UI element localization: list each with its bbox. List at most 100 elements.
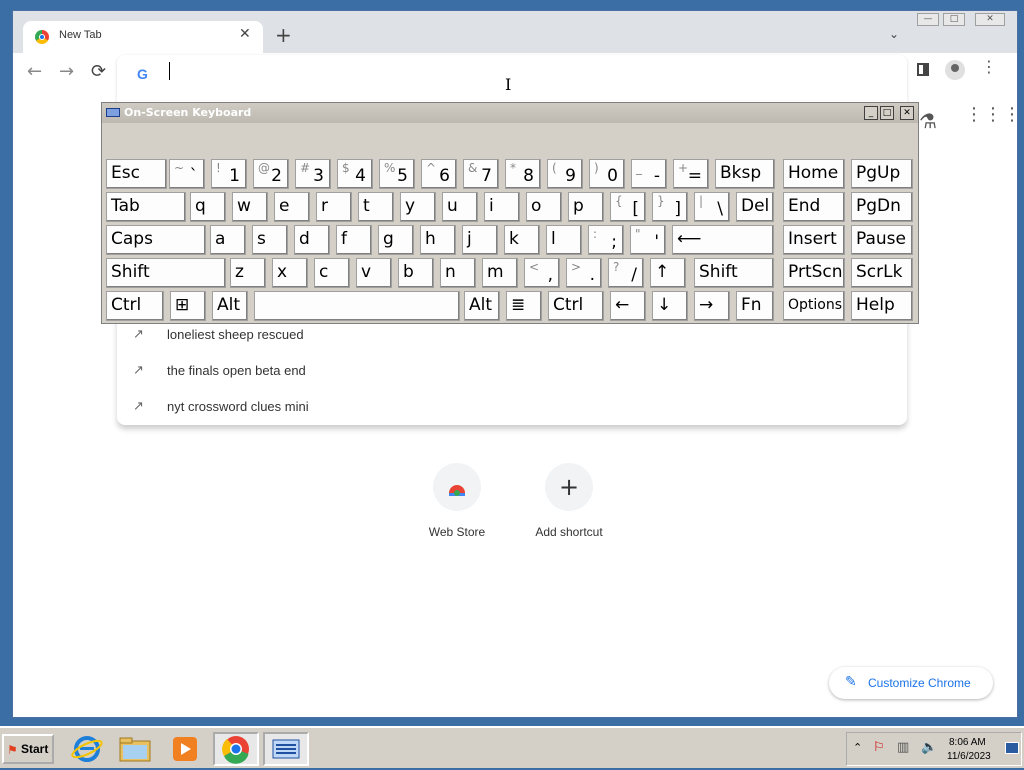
osk-key-0[interactable]: ) 0 xyxy=(589,159,625,189)
osk-key-symbol[interactable]: + = xyxy=(673,159,709,189)
osk-key-symbol[interactable]: ⟵ xyxy=(672,225,774,255)
suggestion-item[interactable]: ↗ nyt crossword clues mini xyxy=(117,391,907,427)
osk-key-7[interactable]: & 7 xyxy=(463,159,499,189)
tab-search-icon[interactable]: ⌄ xyxy=(889,27,899,41)
osk-key-symbol[interactable]: ⊞ xyxy=(170,291,206,321)
osk-key-symbol[interactable]: <, xyxy=(524,258,560,288)
tab-new-tab[interactable]: New Tab ✕ xyxy=(23,21,263,53)
osk-key-symbol[interactable]: ? / xyxy=(608,258,644,288)
osk-key-home[interactable]: Home xyxy=(783,159,845,189)
osk-key-l[interactable]: l xyxy=(546,225,582,255)
osk-key-z[interactable]: z xyxy=(230,258,266,288)
volume-icon[interactable]: 🔈 xyxy=(921,740,937,755)
osk-key-symbol[interactable]: ≣ xyxy=(506,291,542,321)
osk-key-h[interactable]: h xyxy=(420,225,456,255)
maximize-button[interactable]: □ xyxy=(943,13,965,26)
osk-key-symbol[interactable]: → xyxy=(694,291,730,321)
osk-key-symbol[interactable]: :; xyxy=(588,225,624,255)
osk-key-r[interactable]: r xyxy=(316,192,352,222)
osk-key-k[interactable]: k xyxy=(504,225,540,255)
osk-key-e[interactable]: e xyxy=(274,192,310,222)
osk-key-c[interactable]: c xyxy=(314,258,350,288)
osk-key-p[interactable]: p xyxy=(568,192,604,222)
osk-key-g[interactable]: g xyxy=(378,225,414,255)
osk-key-fn[interactable]: Fn xyxy=(736,291,774,321)
osk-key-2[interactable]: @2 xyxy=(253,159,289,189)
osk-key-symbol[interactable]: _ - xyxy=(631,159,667,189)
reload-icon[interactable]: ⟳ xyxy=(91,61,106,82)
start-button[interactable]: ⚑ Start xyxy=(2,734,54,764)
osk-key-symbol[interactable]: ~ ` xyxy=(169,159,205,189)
minimize-button[interactable]: — xyxy=(917,13,939,26)
osk-key-del[interactable]: Del xyxy=(736,192,774,222)
new-tab-button[interactable]: + xyxy=(275,25,292,45)
osk-key-1[interactable]: ! 1 xyxy=(211,159,247,189)
osk-key-u[interactable]: u xyxy=(442,192,478,222)
osk-key-w[interactable]: w xyxy=(232,192,268,222)
osk-key-shift[interactable]: Shift xyxy=(694,258,774,288)
osk-key-n[interactable]: n xyxy=(440,258,476,288)
osk-key-t[interactable]: t xyxy=(358,192,394,222)
forward-icon[interactable]: → xyxy=(59,61,74,82)
osk-key-a[interactable]: a xyxy=(210,225,246,255)
osk-key-pause[interactable]: Pause xyxy=(851,225,913,255)
osk-key-symbol[interactable]: {[ xyxy=(610,192,646,222)
osk-key-4[interactable]: $4 xyxy=(337,159,373,189)
osk-key-esc[interactable]: Esc xyxy=(106,159,167,189)
osk-key-pgup[interactable]: PgUp xyxy=(851,159,913,189)
osk-icon[interactable] xyxy=(263,732,309,766)
osk-key-scrlk[interactable]: ScrLk xyxy=(851,258,913,288)
osk-key-i[interactable]: i xyxy=(484,192,520,222)
osk-key-y[interactable]: y xyxy=(400,192,436,222)
clock-time[interactable]: 8:06 AM xyxy=(949,737,986,748)
osk-key-v[interactable]: v xyxy=(356,258,392,288)
osk-key-alt[interactable]: Alt xyxy=(212,291,248,321)
osk-key-x[interactable]: x xyxy=(272,258,308,288)
clock-date[interactable]: 11/6/2023 xyxy=(947,751,991,762)
osk-key-alt[interactable]: Alt xyxy=(464,291,500,321)
customize-chrome-button[interactable]: ✎ Customize Chrome xyxy=(829,667,993,699)
action-center-icon[interactable]: ⚐ xyxy=(873,740,885,755)
explorer-icon[interactable] xyxy=(114,732,156,766)
osk-key-caps[interactable]: Caps xyxy=(106,225,206,255)
osk-key-symbol[interactable]: }] xyxy=(652,192,688,222)
tab-close-icon[interactable]: ✕ xyxy=(239,26,251,42)
osk-key-q[interactable]: q xyxy=(190,192,226,222)
osk-key-symbol[interactable]: " ' xyxy=(630,225,666,255)
osk-key-m[interactable]: m xyxy=(482,258,518,288)
side-panel-icon[interactable] xyxy=(917,63,929,76)
close-window-button[interactable]: ✕ xyxy=(975,13,1005,26)
osk-key-f[interactable]: f xyxy=(336,225,372,255)
osk-key-o[interactable]: o xyxy=(526,192,562,222)
osk-key-insert[interactable]: Insert xyxy=(783,225,845,255)
osk-key-9[interactable]: (9 xyxy=(547,159,583,189)
osk-key-d[interactable]: d xyxy=(294,225,330,255)
osk-key-6[interactable]: ^ 6 xyxy=(421,159,457,189)
media-player-icon[interactable] xyxy=(164,732,206,766)
osk-key-symbol[interactable]: | \ xyxy=(694,192,730,222)
osk-key-8[interactable]: * 8 xyxy=(505,159,541,189)
osk-key-symbol[interactable]: ← xyxy=(610,291,646,321)
osk-key-end[interactable]: End xyxy=(783,192,845,222)
show-desktop-icon[interactable] xyxy=(1005,742,1019,754)
ie-icon[interactable] xyxy=(66,732,108,766)
osk-key-b[interactable]: b xyxy=(398,258,434,288)
osk-key-ctrl[interactable]: Ctrl xyxy=(548,291,604,321)
osk-key-ctrl[interactable]: Ctrl xyxy=(106,291,164,321)
osk-key-pgdn[interactable]: PgDn xyxy=(851,192,913,222)
profile-avatar-icon[interactable] xyxy=(945,60,965,80)
osk-key-help[interactable]: Help xyxy=(851,291,913,321)
osk-key-symbol[interactable]: >. xyxy=(566,258,602,288)
google-apps-icon[interactable]: ⋮⋮⋮ xyxy=(965,106,1022,124)
suggestion-item[interactable]: ↗ loneliest sheep rescued xyxy=(117,319,907,355)
osk-key-s[interactable]: s xyxy=(252,225,288,255)
osk-key-5[interactable]: % 5 xyxy=(379,159,415,189)
back-icon[interactable]: ← xyxy=(27,61,42,82)
omnibox[interactable]: G xyxy=(117,55,907,103)
osk-key-j[interactable]: j xyxy=(462,225,498,255)
network-icon[interactable]: ▥ xyxy=(897,740,909,755)
suggestion-item[interactable]: ↗ the finals open beta end xyxy=(117,355,907,391)
osk-key-tab[interactable]: Tab xyxy=(106,192,186,222)
osk-key-options[interactable]: Options xyxy=(783,291,845,321)
osk-key-symbol[interactable]: ↑ xyxy=(650,258,686,288)
